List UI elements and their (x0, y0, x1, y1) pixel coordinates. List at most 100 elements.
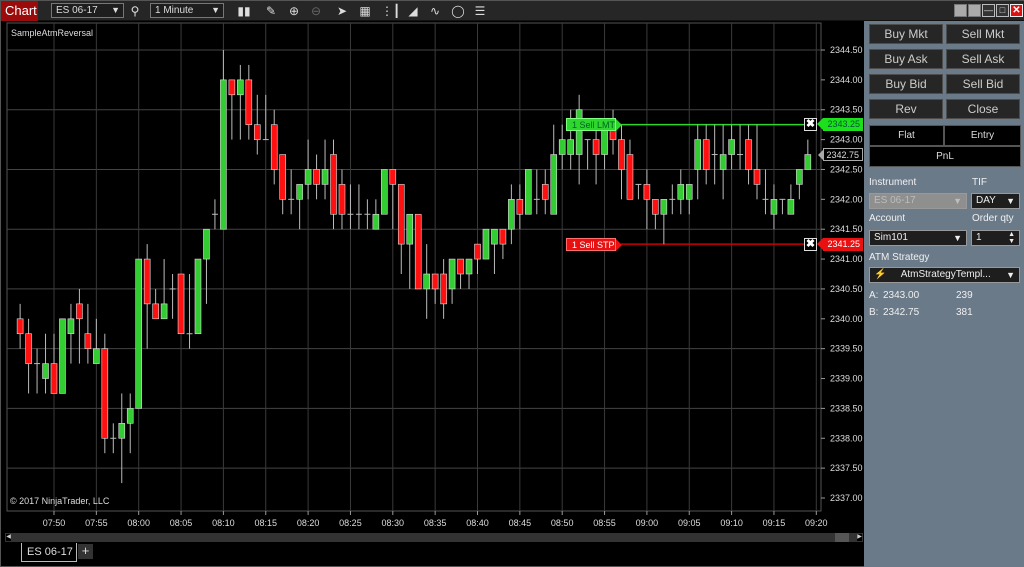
zoom-out-icon[interactable]: ⊖ (308, 3, 324, 19)
account-select[interactable]: Sim101 ▼ (869, 230, 967, 246)
candle-body (474, 243, 481, 260)
instrument-selector[interactable]: ES 06-17 ▼ (51, 3, 124, 18)
cancel-stop-order-icon[interactable]: ✖ (804, 238, 817, 251)
buy-market-button[interactable]: Buy Mkt (869, 24, 943, 44)
sell-stop-order-tag[interactable]: 1 Sell STP (566, 238, 622, 251)
scroll-right-icon[interactable]: ▶ (857, 534, 862, 541)
close-icon[interactable]: ✕ (1010, 4, 1023, 17)
last-price-marker: 2342.75 (818, 148, 863, 161)
candle-body (135, 258, 142, 409)
spin-arrows-icon[interactable]: ▲ ▼ (1008, 231, 1015, 245)
link-icon[interactable] (968, 4, 981, 17)
limit-price-marker: 2343.25 (817, 118, 863, 131)
y-tick-label: 2338.50 (830, 403, 863, 413)
candle-body (431, 273, 439, 290)
pnl-display: PnL (869, 146, 1021, 167)
ask-price: 2343.00 (883, 290, 920, 301)
candle-body (796, 169, 803, 185)
pin-icon[interactable] (954, 4, 967, 17)
data-box-icon[interactable]: ▦ (357, 3, 373, 19)
candle-body (787, 199, 795, 215)
order-qty-value: 1 (976, 232, 982, 243)
candle-body (296, 184, 303, 200)
candle-body (237, 79, 244, 96)
candle-body (42, 363, 49, 379)
add-tab-button[interactable]: + (78, 544, 93, 559)
chart-panel[interactable]: 2344.50 2344.00 2343.50 2343.00 2342.50 2342.… (1, 21, 864, 541)
sell-limit-order-label: 1 Sell LMT (572, 120, 616, 130)
atm-strategy-value: AtmStrategyTempl... (900, 269, 991, 280)
sell-market-button[interactable]: Sell Mkt (946, 24, 1020, 44)
candle-body (558, 139, 566, 155)
candle-body (67, 318, 75, 335)
chart-trader-panel: Buy Mkt Sell Mkt Buy Ask Sell Ask Buy Bi… (864, 21, 1024, 567)
candle-body (321, 169, 329, 185)
x-tick-label: 08:00 (127, 518, 150, 528)
x-tick-label: 08:35 (424, 518, 447, 528)
y-tick-label: 2343.50 (830, 105, 863, 115)
tif-select[interactable]: DAY ▼ (971, 193, 1020, 209)
buy-bid-button[interactable]: Buy Bid (869, 74, 943, 94)
position-status: Flat (869, 125, 944, 146)
scrollbar-thumb[interactable] (835, 533, 849, 542)
properties-icon[interactable]: ☰ (472, 3, 488, 19)
scroll-left-icon[interactable]: ◀ (6, 534, 11, 541)
candle-body (76, 303, 83, 320)
interval-selector[interactable]: 1 Minute ▼ (150, 3, 224, 18)
y-tick-label: 2342.50 (830, 164, 863, 174)
lightning-icon: ⚡ (874, 269, 887, 280)
candle-body (499, 228, 507, 245)
close-position-button[interactable]: Close (946, 99, 1020, 119)
strategies-icon[interactable]: ∿ (427, 3, 443, 19)
candle-body (372, 213, 380, 230)
refresh-icon[interactable]: ◯ (450, 3, 466, 19)
candle-body (541, 184, 549, 200)
chevron-down-icon: ▼ (111, 5, 120, 15)
interval-selector-value: 1 Minute (155, 5, 194, 16)
bars-type-icon[interactable]: ▮▮ (236, 3, 252, 19)
search-icon[interactable]: ⚲ (127, 3, 143, 19)
instrument-tab[interactable]: ES 06-17 (21, 543, 77, 562)
candle-body (414, 213, 422, 290)
candle-body (406, 213, 414, 245)
price-chart[interactable]: 2344.50 2344.00 2343.50 2343.00 2342.50 2342.… (1, 21, 864, 541)
chart-window-title: Chart (1, 1, 38, 21)
sell-bid-button[interactable]: Sell Bid (946, 74, 1020, 94)
maximize-icon[interactable]: □ (996, 4, 1009, 17)
stop-price-marker: 2341.25 (817, 238, 863, 251)
candle-body (652, 199, 659, 215)
candle-body (270, 124, 278, 170)
pencil-icon[interactable]: ✎ (263, 3, 279, 19)
order-qty-label: Order qty (972, 213, 1014, 224)
indicator-label: SampleAtmReversal (11, 28, 94, 38)
instrument-selector-value: ES 06-17 (56, 5, 98, 16)
sell-ask-button[interactable]: Sell Ask (946, 49, 1020, 69)
zoom-in-icon[interactable]: ⊕ (286, 3, 302, 19)
atm-strategy-select[interactable]: ⚡ AtmStrategyTempl... ▼ (869, 267, 1020, 283)
candle-body (719, 154, 727, 170)
x-tick-label: 08:55 (593, 518, 616, 528)
chart-trader-icon[interactable]: ◢ (405, 3, 421, 19)
candle-body (397, 184, 405, 245)
candle-body (677, 184, 685, 200)
order-qty-stepper[interactable]: 1 ▲ ▼ (971, 230, 1020, 246)
y-tick-label: 2340.00 (830, 314, 863, 324)
cancel-limit-order-icon[interactable]: ✖ (804, 118, 817, 131)
candle-body (160, 303, 168, 320)
candle-body (770, 199, 778, 215)
pointer-icon[interactable]: ➤ (334, 3, 350, 19)
chevron-down-icon: ▼ (953, 196, 962, 206)
bar-spacing-icon[interactable]: ⋮┃ (381, 3, 400, 19)
instrument-label: Instrument (869, 177, 917, 188)
copyright-notice: © 2017 NinjaTrader, LLC (10, 496, 110, 506)
candle-body (330, 154, 337, 215)
sell-limit-order-tag[interactable]: 1 Sell LMT (566, 118, 622, 131)
reverse-button[interactable]: Rev (869, 99, 943, 119)
bid-size: 381 (956, 307, 973, 318)
chevron-down-icon: ▼ (1006, 196, 1015, 206)
candle-body (592, 139, 600, 155)
buy-ask-button[interactable]: Buy Ask (869, 49, 943, 69)
horizontal-scrollbar[interactable]: ◀ ▶ (5, 533, 863, 542)
minimize-icon[interactable]: — (982, 4, 995, 17)
bid-label: B: (869, 307, 879, 318)
